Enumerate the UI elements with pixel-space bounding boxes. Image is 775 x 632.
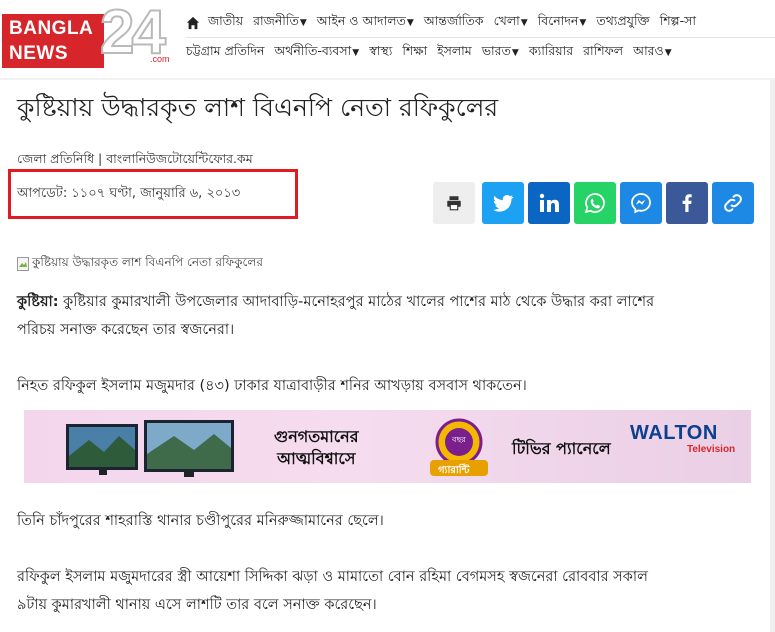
site-logo[interactable]: BANGLA NEWS 24 .com: [2, 1, 174, 68]
update-timestamp: আপডেট: ১১০৭ ঘণ্টা, জানুয়ারি ৬, ২০১৩: [17, 186, 241, 201]
nav-item-bharot[interactable]: ভারত▼: [482, 43, 519, 63]
site-header: BANGLA NEWS 24 .com জাতীয় রাজনীতি▼ আইন …: [0, 0, 775, 80]
nav-item-chattogram[interactable]: চট্টগ্রাম প্রতিদিন: [186, 43, 264, 63]
chevron-down-icon: ▼: [579, 18, 587, 28]
whatsapp-share-button[interactable]: [574, 182, 616, 224]
nav-item-shasthyo[interactable]: স্বাস্থ্য: [369, 43, 392, 63]
article-paragraph-3: তিনি চাঁদপুরের শাহরাস্তি থানার চণ্ডীপুরে…: [17, 513, 384, 529]
chevron-down-icon: ▼: [520, 18, 528, 28]
tv-product-image: [66, 420, 234, 477]
badge-text-year: বছর: [452, 435, 466, 444]
chevron-down-icon: ▼: [406, 18, 414, 28]
linkedin-icon: [539, 193, 559, 212]
nav-item-binodon[interactable]: বিনোদন▼: [538, 13, 587, 33]
logo-suffix: .com: [150, 54, 170, 64]
nav-item-khela[interactable]: খেলা▼: [494, 13, 528, 33]
linkedin-share-button[interactable]: [528, 182, 570, 224]
chevron-down-icon: ▼: [664, 48, 672, 58]
twitter-share-button[interactable]: [482, 182, 524, 224]
main-nav-row-2: চট্টগ্রাম প্রতিদিন অর্থনীতি-ব্যবসা▼ স্বা…: [186, 42, 682, 64]
main-nav-row-1: জাতীয় রাজনীতি▼ আইন ও আদালত▼ আন্তর্জাতিক…: [186, 12, 706, 34]
article-title: কুষ্টিয়ায় উদ্ধারকৃত লাশ বিএনপি নেতা রফ…: [17, 93, 499, 122]
header-border: [0, 78, 775, 80]
whatsapp-icon: [584, 193, 605, 214]
nav-item-shilpo[interactable]: শিল্প-সা: [660, 13, 696, 33]
home-icon[interactable]: [186, 16, 200, 30]
nav-item-rashifol[interactable]: রাশিফল: [583, 43, 623, 63]
messenger-icon: [631, 193, 651, 214]
nav-item-aro[interactable]: আরও▼: [633, 43, 672, 63]
print-icon: [447, 196, 461, 211]
article-byline: জেলা প্রতিনিধি | বাংলানিউজটোয়েন্টিফোর.ক…: [17, 151, 253, 166]
nav-divider: [186, 37, 775, 38]
messenger-share-button[interactable]: [620, 182, 662, 224]
nav-item-rajniti[interactable]: রাজনীতি▼: [253, 13, 307, 33]
dateline: কুষ্টিয়া:: [17, 294, 59, 310]
nav-item-orthoniti[interactable]: অর্থনীতি-ব্যবসা▼: [274, 43, 359, 63]
badge-text-guarantee: গ্যারান্টি: [438, 465, 470, 476]
page-scrollbar[interactable]: [770, 80, 775, 632]
chevron-down-icon: ▼: [511, 48, 519, 58]
article-image: কুষ্টিয়ায় উদ্ধারকৃত লাশ বিএনপি নেতা রফ…: [17, 254, 263, 274]
chevron-down-icon: ▼: [299, 18, 307, 28]
nav-item-islam[interactable]: ইসলাম: [437, 43, 472, 63]
advertisement-banner[interactable]: গুনগতমানের আত্মবিশ্বাসে বছর গ্যারান্টি ট…: [24, 410, 751, 483]
nav-item-career[interactable]: ক্যারিয়ার: [529, 43, 573, 63]
chevron-down-icon: ▼: [352, 48, 360, 58]
article-image-alt-text: কুষ্টিয়ায় উদ্ধারকৃত লাশ বিএনপি নেতা রফ…: [32, 255, 263, 269]
broken-image-icon: [17, 257, 29, 271]
ad-brand-sub: Television: [687, 444, 736, 455]
twitter-icon: [493, 195, 514, 212]
nav-item-ain-adalot[interactable]: আইন ও আদালত▼: [317, 13, 414, 33]
logo-text-bangla: BANGLA: [9, 18, 94, 39]
nav-item-shikkha[interactable]: শিক্ষা: [402, 43, 427, 63]
ad-brand: WALTON: [630, 422, 718, 444]
ad-panel-text: টিভির প্যানেলে: [512, 439, 611, 458]
print-button[interactable]: [433, 182, 475, 224]
link-icon: [724, 194, 742, 212]
article-paragraph-2: নিহত রফিকুল ইসলাম মজুমদার (৪৩) ঢাকার যাত…: [17, 378, 527, 394]
facebook-icon: [682, 194, 692, 212]
facebook-share-button[interactable]: [666, 182, 708, 224]
article-paragraph-1: কুষ্টিয়া: কুষ্টিয়ার কুমারখালী উপজেলার …: [17, 294, 655, 338]
nav-item-jatiyo[interactable]: জাতীয়: [208, 13, 243, 33]
logo-text-news: NEWS: [9, 43, 68, 64]
article-paragraph-4: রফিকুল ইসলাম মজুমদারের স্ত্রী আয়েশা সিদ…: [17, 569, 648, 613]
nav-item-tothyoprojukti[interactable]: তথ্যপ্রযুক্তি: [596, 13, 649, 33]
copy-link-button[interactable]: [712, 182, 754, 224]
nav-item-antorjatik[interactable]: আন্তর্জাতিক: [424, 13, 484, 33]
ad-tagline: গুনগতমানের আত্মবিশ্বাসে: [274, 427, 359, 468]
